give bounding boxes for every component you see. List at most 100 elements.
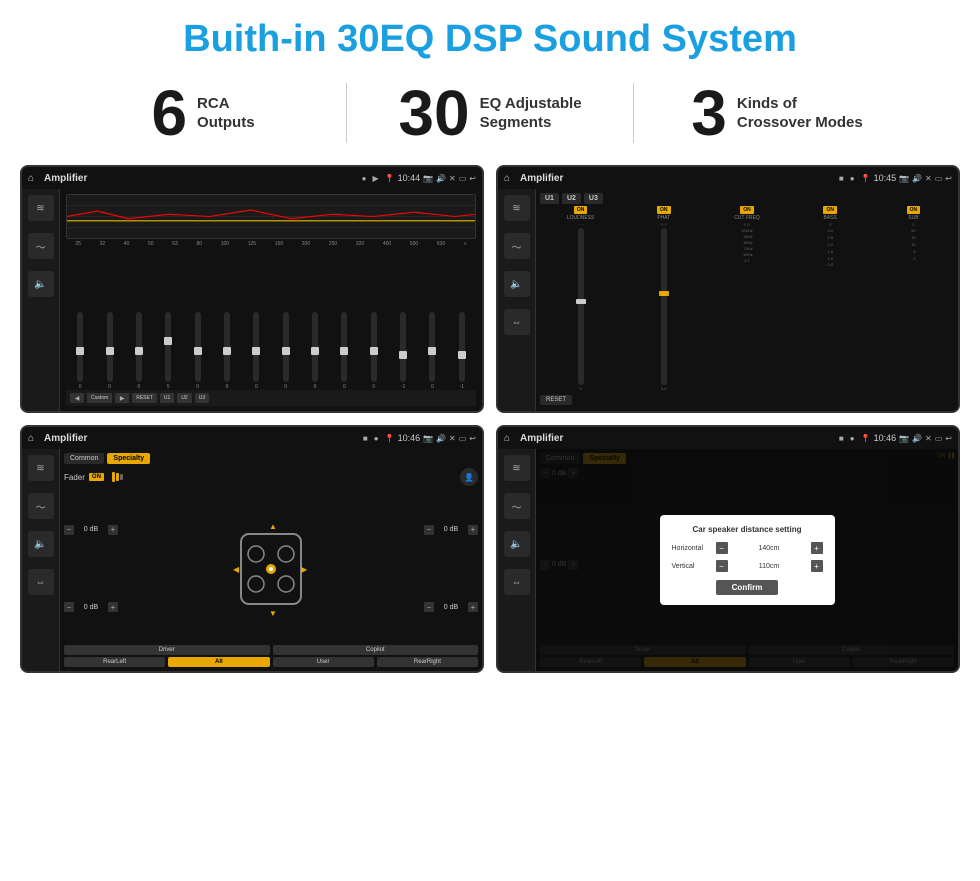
copilot-btn[interactable]: Copilot (273, 645, 479, 655)
eq-btn[interactable]: ≋ (28, 195, 54, 221)
status-icons-4: 📍 10:46 📷 🔊 ✕ ▭ ↩ (861, 433, 952, 443)
wave-btn-4[interactable]: 〜 (504, 493, 530, 519)
screen3-title: Amplifier (44, 433, 357, 444)
all-btn[interactable]: All (168, 657, 269, 667)
eq-slider-6[interactable]: 0 (242, 312, 270, 390)
side-panel-1: ≋ 〜 🔈 (22, 189, 60, 411)
fader-tab-specialty[interactable]: Specialty (107, 453, 150, 464)
fader-db-2: 0 dB (77, 604, 105, 611)
arrows-btn-4[interactable]: ⇔ (504, 569, 530, 595)
fader-ctrl-4: − 0 dB + (424, 602, 478, 612)
status-bar-4: ⌂ Amplifier ■ ● 📍 10:46 📷 🔊 ✕ ▭ ↩ (498, 427, 958, 449)
loudness-slider[interactable] (578, 228, 584, 385)
driver-btn[interactable]: Driver (64, 645, 270, 655)
amp2-u3-btn[interactable]: U3 (584, 193, 603, 204)
x-icon-2[interactable]: ✕ (925, 174, 932, 183)
vertical-minus-btn[interactable]: − (716, 560, 728, 572)
vertical-plus-btn[interactable]: + (811, 560, 823, 572)
amp2-reset-row: RESET (540, 393, 954, 407)
eq-u3-btn[interactable]: U3 (195, 393, 209, 403)
eq-slider-8[interactable]: 0 (301, 312, 329, 390)
eq-btn-2[interactable]: ≋ (504, 195, 530, 221)
home-icon[interactable]: ⌂ (28, 173, 34, 184)
amp2-u1-btn[interactable]: U1 (540, 193, 559, 204)
home-icon-4[interactable]: ⌂ (504, 433, 510, 444)
horizontal-minus-btn[interactable]: − (716, 542, 728, 554)
amp2-reset-btn[interactable]: RESET (540, 395, 572, 405)
eq-slider-1[interactable]: 0 (95, 312, 123, 390)
arrows-btn-3[interactable]: ⇔ (28, 569, 54, 595)
back-icon[interactable]: ↩ (469, 174, 476, 183)
eq-slider-13[interactable]: -1 (448, 312, 476, 390)
fader-tabs: Common Specialty (64, 453, 478, 464)
back-icon-4[interactable]: ↩ (945, 434, 952, 443)
screen2-body: ≋ 〜 🔈 ⇔ U1 U2 U3 ON LOUDNESS ~~ (498, 189, 958, 411)
eq-reset-btn[interactable]: RESET (132, 393, 157, 403)
eq-custom-btn[interactable]: Custom (87, 393, 112, 403)
x-icon-4[interactable]: ✕ (925, 434, 932, 443)
eq-slider-9[interactable]: 0 (330, 312, 358, 390)
horizontal-plus-btn[interactable]: + (811, 542, 823, 554)
fader-minus-2[interactable]: − (64, 602, 74, 612)
status-icons-1: 📍 10:44 📷 🔊 ✕ ▭ ↩ (385, 173, 476, 183)
phat-slider[interactable] (661, 228, 667, 385)
home-icon-2[interactable]: ⌂ (504, 173, 510, 184)
fader-minus-1[interactable]: − (64, 525, 74, 535)
eq-btn-3[interactable]: ≋ (28, 455, 54, 481)
fader-minus-3[interactable]: − (424, 525, 434, 535)
fader-tab-common[interactable]: Common (64, 453, 104, 464)
rearright-btn[interactable]: RearRight (377, 657, 478, 667)
amp2-u2-btn[interactable]: U2 (562, 193, 581, 204)
wave-btn[interactable]: 〜 (28, 233, 54, 259)
phat-label: PHAT (657, 215, 670, 221)
page-title: Buith-in 30EQ DSP Sound System (0, 0, 980, 71)
fader-db-3: 0 dB (437, 526, 465, 533)
eq-prev-btn[interactable]: ◀ (70, 393, 84, 403)
eq-slider-11[interactable]: -1 (389, 312, 417, 390)
status-icons-3: 📍 10:46 📷 🔊 ✕ ▭ ↩ (385, 433, 476, 443)
screen-fader: ⌂ Amplifier ■ ● 📍 10:46 📷 🔊 ✕ ▭ ↩ ≋ 〜 🔈 … (20, 425, 484, 673)
wave-btn-3[interactable]: 〜 (28, 493, 54, 519)
eq-sliders: 0 0 0 5 0 0 0 0 0 0 0 -1 0 -1 (66, 249, 476, 390)
back-icon-3[interactable]: ↩ (469, 434, 476, 443)
eq-btn-4[interactable]: ≋ (504, 455, 530, 481)
eq-slider-10[interactable]: 0 (360, 312, 388, 390)
amp2-content: U1 U2 U3 ON LOUDNESS ~~ 0 (536, 189, 958, 411)
eq-u1-btn[interactable]: U1 (160, 393, 174, 403)
eq-slider-2[interactable]: 0 (125, 312, 153, 390)
loc-icon-2: 📍 (861, 174, 871, 183)
fader-plus-3[interactable]: + (468, 525, 478, 535)
arrows-btn[interactable]: ⇔ (504, 309, 530, 335)
home-icon-3[interactable]: ⌂ (28, 433, 34, 444)
user-btn[interactable]: User (273, 657, 374, 667)
spk-btn-2[interactable]: 🔈 (504, 271, 530, 297)
eq-slider-0[interactable]: 0 (66, 312, 94, 390)
back-icon-2[interactable]: ↩ (945, 174, 952, 183)
x-icon-3[interactable]: ✕ (449, 434, 456, 443)
confirm-button[interactable]: Confirm (716, 580, 779, 595)
x-icon[interactable]: ✕ (449, 174, 456, 183)
vol-icon-3: 🔊 (436, 434, 446, 443)
eq-graph (66, 194, 476, 239)
fader-minus-4[interactable]: − (424, 602, 434, 612)
rearleft-btn[interactable]: RearLeft (64, 657, 165, 667)
eq-u2-btn[interactable]: U2 (177, 393, 191, 403)
eq-slider-12[interactable]: 0 (418, 312, 446, 390)
fader-user-icon[interactable]: 👤 (460, 468, 478, 486)
fader-plus-4[interactable]: + (468, 602, 478, 612)
fader-plus-2[interactable]: + (108, 602, 118, 612)
fader-plus-1[interactable]: + (108, 525, 118, 535)
eq-slider-3[interactable]: 5 (154, 312, 182, 390)
cutfreq-on: ON (740, 206, 754, 214)
status-icons-2: 📍 10:45 📷 🔊 ✕ ▭ ↩ (861, 173, 952, 183)
eq-slider-7[interactable]: 0 (272, 312, 300, 390)
wave-btn-2[interactable]: 〜 (504, 233, 530, 259)
eq-slider-4[interactable]: 0 (183, 312, 211, 390)
spk-btn-4[interactable]: 🔈 (504, 531, 530, 557)
spk-btn[interactable]: 🔈 (28, 271, 54, 297)
play-icon[interactable]: ▶ (372, 174, 378, 183)
eq-next-btn[interactable]: ▶ (115, 393, 129, 403)
eq-slider-5[interactable]: 0 (213, 312, 241, 390)
horizontal-value: 140cm (731, 545, 808, 552)
spk-btn-3[interactable]: 🔈 (28, 531, 54, 557)
